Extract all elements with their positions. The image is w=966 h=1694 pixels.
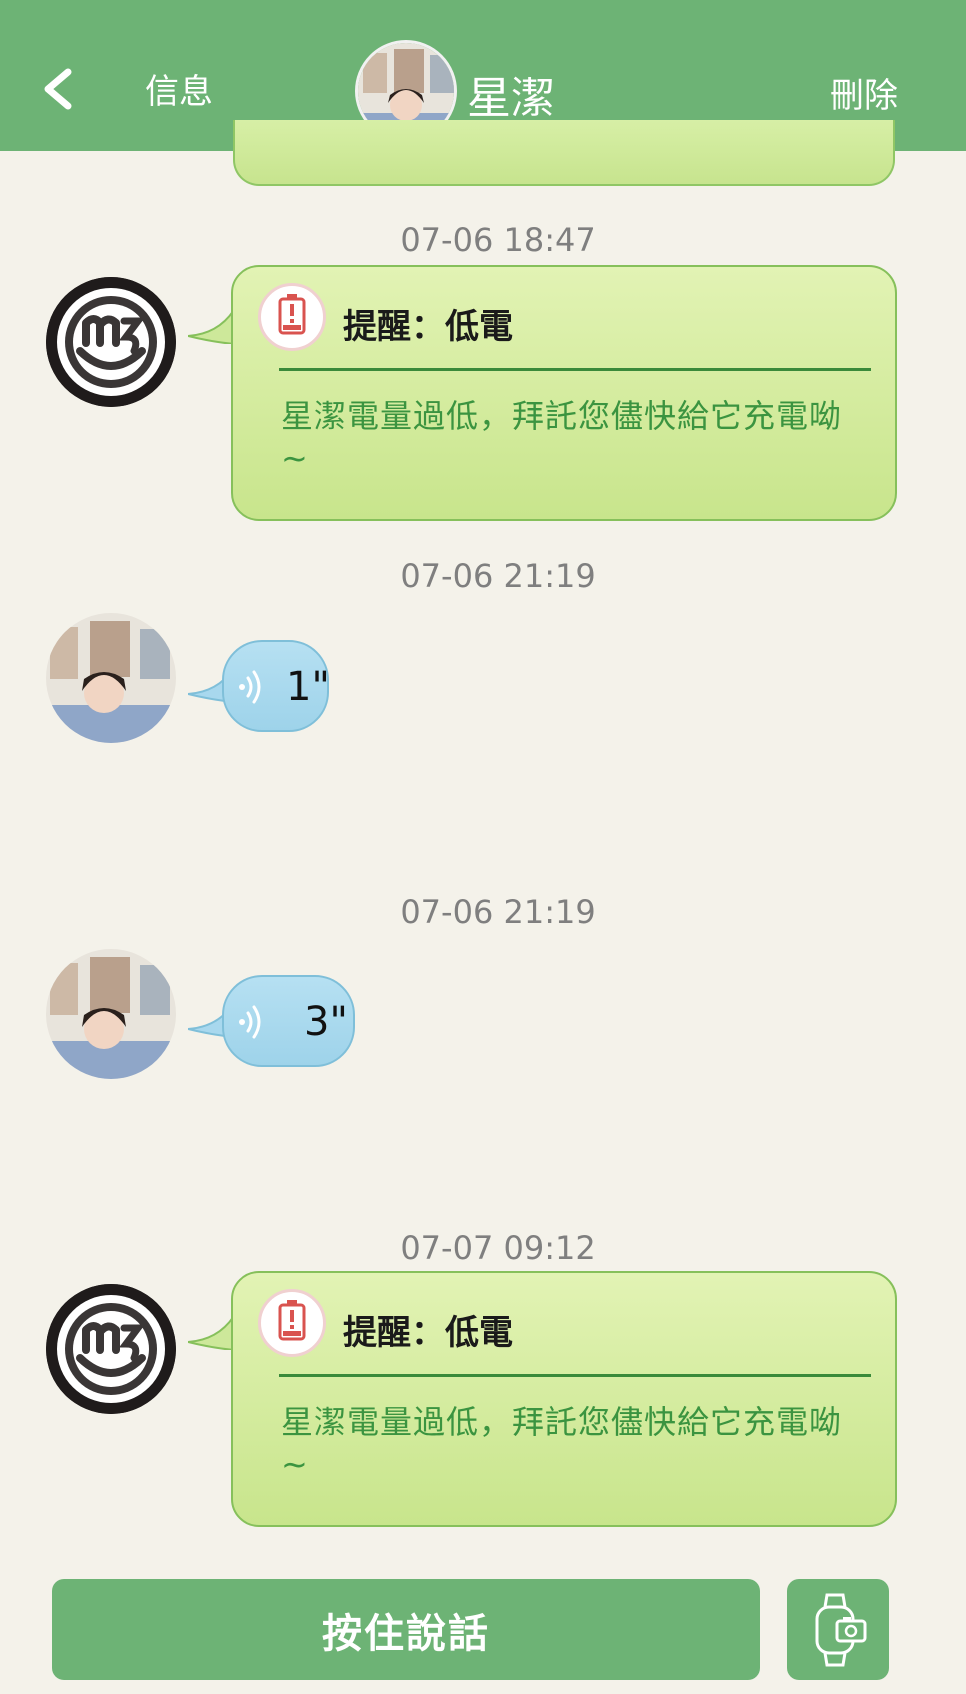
previous-message-bubble	[233, 120, 895, 186]
voice-duration: 1"	[286, 664, 330, 710]
back-label[interactable]: 信息	[145, 64, 213, 113]
watch-camera-button[interactable]	[787, 1579, 889, 1680]
message-timestamp: 07-06 21:19	[400, 893, 596, 931]
alert-title: 提醒：低電	[343, 1313, 513, 1353]
device-logo-avatar	[46, 277, 176, 407]
alert-body: 星潔電量過低，拜託您儘快給它充電呦~	[281, 397, 843, 477]
sound-wave-icon	[239, 1005, 261, 1039]
alert-body: 星潔電量過低，拜託您儘快給它充電呦~	[281, 1403, 843, 1483]
hold-to-talk-button[interactable]: 按住說話	[52, 1579, 760, 1680]
divider	[279, 1374, 871, 1377]
contact-avatar[interactable]	[46, 613, 176, 743]
message-timestamp: 07-06 21:19	[400, 557, 596, 595]
device-logo-avatar	[46, 1284, 176, 1414]
delete-button[interactable]: 刪除	[830, 68, 898, 117]
low-battery-icon	[258, 283, 326, 351]
bubble-tail	[188, 1316, 234, 1350]
message-timestamp: 07-07 09:12	[400, 1229, 596, 1267]
contact-avatar[interactable]	[46, 949, 176, 1079]
voice-message-bubble[interactable]: 1"	[222, 640, 330, 732]
alert-message-bubble[interactable]: 提醒：低電 星潔電量過低，拜託您儘快給它充電呦~	[231, 265, 897, 521]
message-timestamp: 07-06 18:47	[400, 221, 596, 259]
alert-title: 提醒：低電	[343, 307, 513, 347]
voice-message-bubble[interactable]: 3"	[222, 975, 355, 1067]
voice-duration: 3"	[304, 999, 348, 1045]
contact-name: 星潔	[467, 73, 555, 124]
divider	[279, 368, 871, 371]
low-battery-icon	[258, 1289, 326, 1357]
alert-message-bubble[interactable]: 提醒：低電 星潔電量過低，拜託您儘快給它充電呦~	[231, 1271, 897, 1527]
bubble-tail	[188, 310, 234, 344]
sound-wave-icon	[239, 670, 261, 704]
watch-camera-icon	[815, 1593, 867, 1667]
back-chevron-icon[interactable]	[36, 66, 82, 112]
